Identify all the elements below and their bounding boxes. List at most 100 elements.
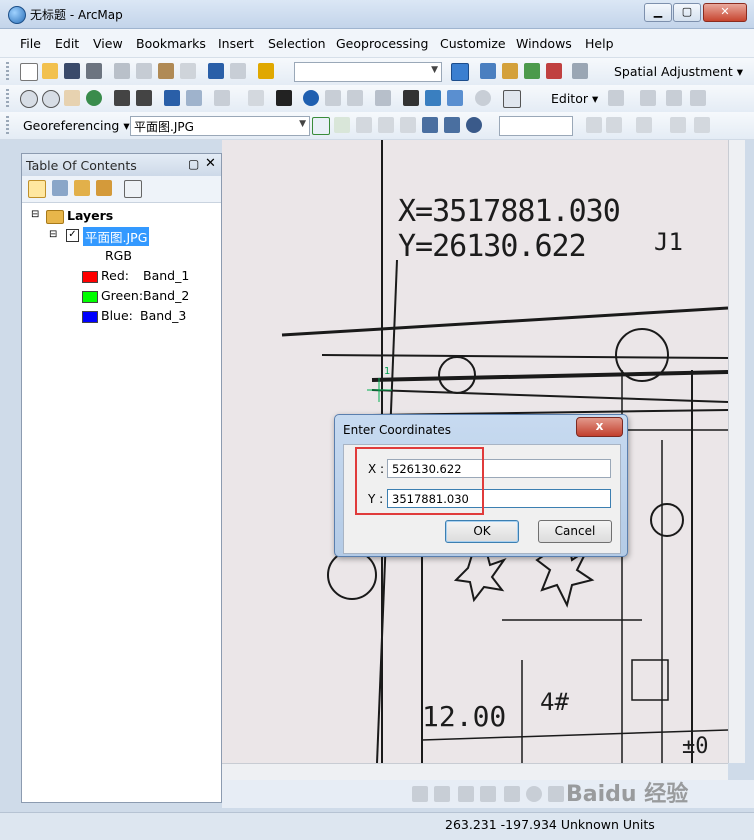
shift-icon[interactable]	[606, 117, 622, 133]
layout-view-icon[interactable]	[412, 786, 428, 802]
add-data-icon[interactable]	[258, 63, 274, 79]
layers-label[interactable]: Layers	[67, 208, 113, 223]
toc-close-icon[interactable]: ✕	[205, 156, 216, 171]
redo-icon[interactable]	[230, 63, 246, 79]
trace-icon[interactable]	[690, 90, 706, 106]
list-by-source-icon[interactable]	[52, 180, 68, 196]
menu-help[interactable]: Help	[585, 36, 614, 51]
select-elements-icon[interactable]	[276, 90, 292, 106]
delete-link-icon[interactable]	[400, 117, 416, 133]
zoom-to-link-icon[interactable]	[378, 117, 394, 133]
flip-icon[interactable]	[586, 117, 602, 133]
update-display-icon[interactable]	[670, 117, 686, 133]
cancel-button[interactable]: Cancel	[538, 520, 612, 543]
toc-options-icon[interactable]	[124, 180, 142, 198]
pan-hand-icon[interactable]	[64, 90, 80, 106]
vertex-icon[interactable]	[458, 786, 474, 802]
delete-icon[interactable]	[180, 63, 196, 79]
fixed-zoom-out-icon[interactable]	[136, 90, 152, 106]
straight-segment-icon[interactable]	[640, 90, 656, 106]
open-folder-icon[interactable]	[42, 63, 58, 79]
list-by-drawing-order-icon[interactable]	[28, 180, 46, 198]
menu-selection[interactable]: Selection	[268, 36, 326, 51]
menu-insert[interactable]: Insert	[218, 36, 254, 51]
reshape-icon[interactable]	[548, 786, 564, 802]
paste-icon[interactable]	[158, 63, 174, 79]
toc-toolbar	[22, 176, 221, 203]
copy-icon[interactable]	[136, 63, 152, 79]
rotation-input[interactable]	[499, 116, 573, 136]
spatial-adjustment-menu[interactable]: Spatial Adjustment ▾	[614, 64, 743, 79]
html-popup-icon[interactable]	[325, 90, 341, 106]
save-icon[interactable]	[64, 63, 80, 79]
measure-icon[interactable]	[347, 90, 363, 106]
minimize-button[interactable]: ▁	[644, 3, 672, 22]
clear-selection-icon[interactable]	[248, 90, 264, 106]
layer-select-dropdown[interactable]: 平面图.JPG ▼	[130, 116, 310, 136]
rectify-icon[interactable]	[694, 117, 710, 133]
zoom-out-icon[interactable]	[42, 90, 60, 108]
rotate-icon[interactable]	[466, 117, 482, 133]
scale-icon[interactable]	[636, 117, 652, 133]
find-route-icon[interactable]	[425, 90, 441, 106]
list-by-visibility-icon[interactable]	[74, 180, 90, 196]
layer-collapse-icon[interactable]: ⊟	[49, 229, 57, 240]
list-by-selection-icon[interactable]	[96, 180, 112, 196]
end-point-arc-icon[interactable]	[666, 90, 682, 106]
move-link-icon[interactable]	[434, 786, 450, 802]
cut-icon[interactable]	[114, 63, 130, 79]
maximize-button[interactable]: ▢	[673, 3, 701, 22]
go-to-xy-icon[interactable]	[447, 90, 463, 106]
time-slider-icon[interactable]	[475, 90, 491, 106]
ok-button[interactable]: OK	[445, 520, 519, 543]
auto-registration-icon[interactable]	[334, 117, 350, 133]
toolbar-grip[interactable]	[6, 62, 9, 81]
menu-windows[interactable]: Windows	[516, 36, 572, 51]
full-extent-icon[interactable]	[86, 90, 102, 106]
edit-tool-icon[interactable]	[608, 90, 624, 106]
find-binoculars-icon[interactable]	[403, 90, 419, 106]
toc-autohide-icon[interactable]: ▢	[188, 157, 199, 171]
search-window-icon[interactable]	[524, 63, 540, 79]
layer-visibility-checkbox[interactable]: ✓	[66, 229, 79, 242]
catalog-icon[interactable]	[502, 63, 518, 79]
fixed-zoom-in-icon[interactable]	[114, 90, 130, 106]
menu-geoprocessing[interactable]: Geoprocessing	[336, 36, 428, 51]
editor-menu[interactable]: Editor ▾	[551, 91, 598, 106]
map-scale-dropdown[interactable]: ▼	[294, 62, 442, 82]
menu-customize[interactable]: Customize	[440, 36, 506, 51]
print-icon[interactable]	[86, 63, 102, 79]
node-icon[interactable]	[480, 786, 496, 802]
toolbar-grip[interactable]	[6, 116, 9, 135]
add-control-points-icon[interactable]	[312, 117, 330, 135]
dialog-close-button[interactable]: x	[576, 417, 623, 437]
editor-toolbar-icon[interactable]	[451, 63, 469, 81]
back-extent-icon[interactable]	[164, 90, 180, 106]
menu-file[interactable]: File	[20, 36, 41, 51]
georeferencing-menu[interactable]: Georeferencing ▾	[23, 118, 130, 133]
layer-name[interactable]: 平面图.JPG	[83, 227, 150, 246]
menu-edit[interactable]: Edit	[55, 36, 79, 51]
zoom-in-icon[interactable]	[20, 90, 38, 108]
close-window-button[interactable]: ✕	[703, 3, 747, 22]
map-vertical-scrollbar[interactable]	[728, 140, 745, 763]
layers-collapse-icon[interactable]: ⊟	[31, 209, 39, 220]
menu-view[interactable]: View	[93, 36, 123, 51]
select-features-icon[interactable]	[214, 90, 230, 106]
forward-extent-icon[interactable]	[186, 90, 202, 106]
link-table-icon[interactable]	[444, 117, 460, 133]
python-window-icon[interactable]	[572, 63, 588, 79]
identify-icon[interactable]	[303, 90, 319, 106]
table-of-contents-icon[interactable]	[480, 63, 496, 79]
create-viewer-icon[interactable]	[503, 90, 521, 108]
new-document-icon[interactable]	[20, 63, 38, 81]
menu-bookmarks[interactable]: Bookmarks	[136, 36, 206, 51]
split-icon[interactable]	[504, 786, 520, 802]
select-link-icon[interactable]	[356, 117, 372, 133]
toolbar-grip[interactable]	[6, 89, 9, 108]
arctoolbox-icon[interactable]	[546, 63, 562, 79]
point-icon[interactable]	[526, 786, 542, 802]
hyperlink-icon[interactable]	[375, 90, 391, 106]
viewer-icon[interactable]	[422, 117, 438, 133]
undo-icon[interactable]	[208, 63, 224, 79]
